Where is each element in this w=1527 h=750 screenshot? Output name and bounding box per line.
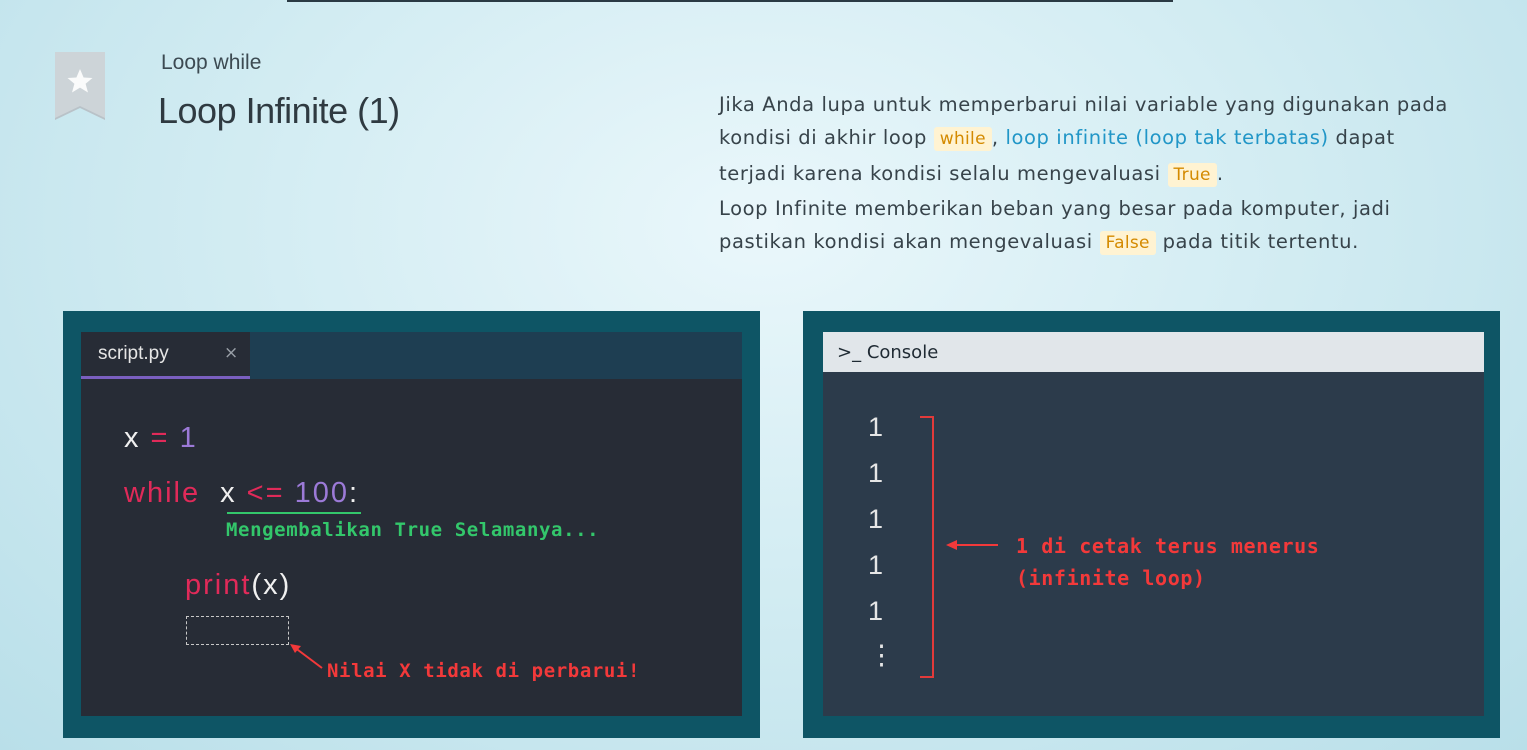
glossary-link-infinite-loop[interactable]: loop infinite (loop tak terbatas) [1005,126,1328,149]
console-panel: >_ Console 1 1 1 1 1 ⋮ 1 di cetak terus … [803,311,1500,738]
lesson-description: Jika Anda lupa untuk memperbarui nilai v… [719,88,1509,260]
infinite-loop-annotation-line2: (infinite loop) [1016,566,1206,590]
desc-line-5: pastikan kondisi akan mengevaluasi False… [719,225,1509,260]
code-editor: script.py × x = 1 while x <= 100: Mengemb… [81,332,742,716]
code-chip-while: while [933,127,992,152]
code-chip-false: False [1099,231,1156,256]
desc-line-4: Loop Infinite memberikan beban yang besa… [719,192,1509,225]
desc-text: Loop Infinite memberikan beban yang besa… [719,196,1391,220]
desc-text: Jika Anda lupa untuk memperbarui nilai v… [719,93,1448,116]
desc-line-2: kondisi di akhir loop while, loop infini… [719,121,1509,156]
code-chip-true: True [1167,162,1217,187]
arrow-icon [946,540,998,550]
star-bookmark-icon[interactable] [55,52,105,120]
infinite-loop-annotation-line1: 1 di cetak terus menerus [1016,534,1320,558]
desc-text: . [1216,161,1224,185]
desc-text: , [991,126,1006,150]
desc-text: terjadi karena kondisi selalu mengevalua… [719,161,1168,185]
desc-line-1: Jika Anda lupa untuk memperbarui nilai v… [719,88,1509,121]
desc-text: pada titik tertentu. [1155,230,1359,254]
desc-text: kondisi di akhir loop [719,126,934,150]
arrow-icon [290,644,323,669]
editor-panel: script.py × x = 1 while x <= 100: Mengemb… [63,311,760,738]
page-title: Loop Infinite (1) [158,90,400,131]
update-warning-annotation: Nilai X tidak di perbarui! [327,660,641,682]
lesson-subtitle: Loop while [161,51,262,74]
desc-text: pastikan kondisi akan mengevaluasi [719,230,1100,254]
console-window: >_ Console 1 1 1 1 1 ⋮ 1 di cetak terus … [823,332,1484,716]
desc-line-3: terjadi karena kondisi selalu mengevalua… [719,157,1509,192]
top-divider [287,0,1173,2]
desc-text: dapat [1328,126,1395,150]
